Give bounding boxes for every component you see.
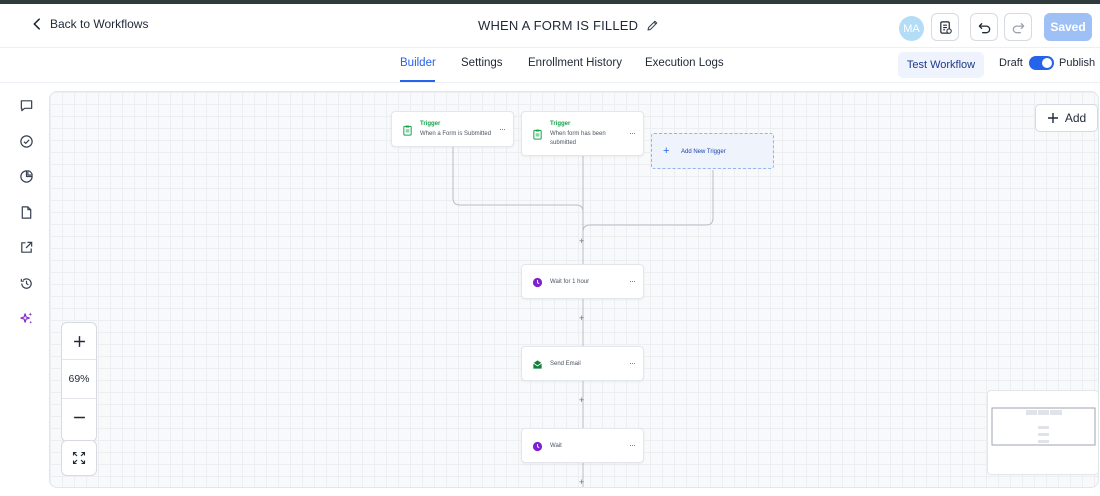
check-circle-icon[interactable] [18,133,34,149]
trigger-description: When a Form is Submitted [420,131,492,137]
minus-icon [73,416,85,418]
publish-toggle[interactable] [1029,56,1054,70]
saved-button[interactable]: Saved [1044,13,1092,41]
back-to-workflows-link[interactable]: Back to Workflows [30,17,148,31]
clock-icon [531,440,543,452]
publish-label: Publish [1059,57,1096,69]
workflow-title-text: WHEN A FORM IS FILLED [478,18,639,33]
tab-enrollment-history[interactable]: Enrollment History [528,57,622,69]
trigger-description-line1: When form has been [550,131,606,137]
expand-icon [72,451,86,465]
node-menu-icon[interactable]: ··· [629,129,636,138]
connector-plus-4[interactable]: + [579,477,584,487]
action-label: Send Email [550,361,581,367]
history-icon[interactable] [18,275,34,291]
trigger-node-form-has-been-submitted[interactable]: Trigger When form has been submitted ··· [521,111,644,156]
zoom-level: 69% [62,359,96,399]
plus-icon: + [663,145,670,157]
clock-icon [531,276,543,288]
add-new-trigger-label: Add New Trigger [681,149,726,155]
fit-view-button[interactable] [61,440,97,476]
active-tab-indicator [400,80,435,82]
tab-builder[interactable]: Builder [400,57,436,69]
action-node-send-email[interactable]: Send Email ··· [521,346,644,381]
minimap[interactable] [987,390,1098,475]
chat-icon[interactable] [18,97,34,113]
zoom-in-button[interactable] [62,324,96,358]
draft-label: Draft [999,57,1023,69]
action-label: Wait [550,443,562,449]
node-menu-icon[interactable]: ··· [629,277,636,286]
add-label: Add [1064,111,1087,125]
add-new-trigger-button[interactable]: + Add New Trigger [651,133,774,169]
trigger-type: Trigger [420,121,441,127]
redo-icon [1012,22,1024,33]
notes-button[interactable] [931,13,959,41]
undo-button[interactable] [970,13,998,41]
form-icon [401,124,413,136]
sparkles-icon[interactable] [18,310,34,326]
action-label: Wait for 1 hour [550,279,590,285]
pencil-icon[interactable] [646,19,659,32]
zoom-out-button[interactable] [62,400,96,434]
connector-plus-1[interactable]: + [579,236,584,246]
tab-settings[interactable]: Settings [461,57,503,69]
connector-plus-2[interactable]: + [579,313,584,323]
action-node-wait[interactable]: Wait ··· [521,428,644,463]
plus-icon [1047,113,1058,123]
workflow-canvas[interactable]: + + + + Trigger When a Form is Submitted… [49,91,1099,488]
email-icon [531,358,543,370]
test-workflow-button[interactable]: Test Workflow [898,52,984,78]
header: Back to Workflows WHEN A FORM IS FILLED … [0,4,1100,48]
plus-icon [73,335,85,347]
trigger-type: Trigger [550,121,571,127]
toggle-knob [1042,58,1052,68]
node-menu-icon[interactable]: ··· [629,359,636,368]
avatar[interactable]: MA [899,16,924,41]
trigger-description-line2: submitted [550,140,577,146]
redo-button[interactable] [1004,13,1032,41]
external-link-icon[interactable] [18,239,34,255]
zoom-controls: 69% [61,322,97,442]
undo-icon [978,22,990,33]
tab-bar: Builder Settings Enrollment History Exec… [0,48,1100,83]
trigger-node-form-submitted[interactable]: Trigger When a Form is Submitted ··· [391,111,514,147]
node-menu-icon[interactable]: ··· [629,441,636,450]
minimap-preview [991,407,1096,446]
add-button[interactable]: Add [1035,104,1098,132]
workflow-title[interactable]: WHEN A FORM IS FILLED [478,18,659,33]
tab-execution-logs[interactable]: Execution Logs [645,57,724,69]
back-label: Back to Workflows [50,17,149,31]
form-icon [531,128,543,140]
connector-plus-3[interactable]: + [579,395,584,405]
chevron-left-icon [33,18,40,30]
pie-chart-icon[interactable] [18,168,34,184]
action-node-wait-1-hour[interactable]: Wait for 1 hour ··· [521,264,644,299]
notes-icon [939,20,952,34]
document-icon[interactable] [18,204,34,220]
node-menu-icon[interactable]: ··· [499,125,506,134]
